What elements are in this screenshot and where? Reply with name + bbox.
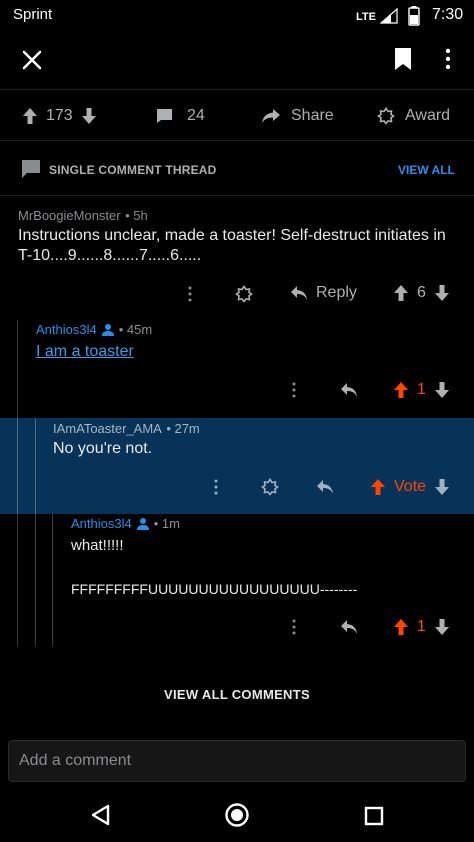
thread-title: SINGLE COMMENT THREAD: [49, 163, 217, 177]
comment-author[interactable]: Anthios3l4: [36, 322, 97, 337]
home-icon[interactable]: [224, 802, 250, 828]
comment-vote-group: 6: [393, 284, 450, 302]
comment-body: No you're not.: [53, 440, 153, 457]
comment-score: 6: [417, 284, 426, 301]
comment-age: • 27m: [166, 421, 200, 436]
network-type: LTE: [356, 11, 376, 23]
award-button[interactable]: Award: [377, 98, 450, 134]
share-button[interactable]: Share: [261, 98, 334, 134]
user-icon: [101, 323, 115, 337]
battery-icon: [408, 6, 420, 26]
post-vote-group: 173: [22, 98, 97, 134]
comment-author[interactable]: MrBoogieMonster: [18, 208, 121, 223]
comment-vote-group: 1: [393, 381, 450, 399]
comment-count: 24: [187, 107, 205, 124]
comment-body: Instructions unclear, made a toaster! Se…: [18, 227, 446, 264]
comment-vote-group: 1: [393, 618, 450, 636]
thread-line: [52, 514, 53, 646]
divider: [0, 89, 474, 90]
downvote-icon[interactable]: [434, 284, 450, 302]
thread-line: [35, 418, 36, 514]
comment-age: • 5h: [125, 208, 148, 223]
highlighted-comment: IAmAToaster_AMA • 27m No you're not. Vot…: [0, 418, 474, 514]
comment-author[interactable]: IAmAToaster_AMA: [53, 421, 162, 436]
comment-age: • 45m: [118, 322, 153, 337]
downvote-icon[interactable]: [434, 381, 450, 399]
comment-meta: MrBoogieMonster • 5h: [18, 207, 148, 225]
status-bar: Sprint LTE 7:30: [0, 0, 474, 32]
post-action-bar: 173 24 Share Award: [0, 98, 474, 134]
reply-icon: [290, 285, 308, 301]
comment-body-line: FFFFFFFFFUUUUUUUUUUUUUUUUU--------: [71, 581, 358, 597]
more-options-icon[interactable]: [211, 477, 221, 497]
divider: [0, 140, 474, 141]
divider: [0, 195, 474, 196]
reply-icon[interactable]: [340, 382, 358, 398]
vote-label: Vote: [394, 478, 427, 495]
share-icon: [261, 108, 281, 124]
upvote-icon[interactable]: [393, 381, 409, 399]
single-thread-header: SINGLE COMMENT THREAD VIEW ALL: [0, 155, 474, 185]
award-icon[interactable]: [235, 285, 253, 303]
comment-icon: [156, 108, 173, 124]
view-all-comments-button[interactable]: VIEW ALL COMMENTS: [0, 687, 474, 702]
carrier-name: Sprint: [13, 6, 53, 23]
comment-thread-icon: [20, 158, 42, 180]
post-score: 173: [46, 107, 73, 124]
reply-button[interactable]: Reply: [290, 284, 357, 302]
comment-score: 1: [417, 381, 426, 398]
comment-input[interactable]: Add a comment: [8, 740, 466, 782]
close-icon[interactable]: [18, 46, 46, 74]
upvote-icon[interactable]: [393, 618, 409, 636]
more-options-icon[interactable]: [289, 380, 299, 400]
bookmark-icon[interactable]: [392, 46, 414, 72]
upvote-icon[interactable]: [370, 478, 386, 496]
comment-body-link[interactable]: I am a toaster: [36, 342, 134, 362]
signal-icon: [380, 8, 398, 24]
clock: 7:30: [432, 6, 464, 23]
recent-apps-icon[interactable]: [364, 806, 384, 826]
award-label: Award: [405, 107, 451, 124]
downvote-icon[interactable]: [81, 107, 97, 125]
reply-icon[interactable]: [316, 479, 334, 495]
comment-meta: IAmAToaster_AMA • 27m: [53, 420, 200, 438]
comment-score: 1: [417, 618, 426, 635]
comment-meta: Anthios3l4 • 45m: [36, 322, 152, 337]
downvote-icon[interactable]: [434, 478, 450, 496]
system-nav-bar: [0, 790, 474, 842]
back-icon[interactable]: [90, 804, 112, 826]
comment-author[interactable]: Anthios3l4: [71, 516, 132, 531]
more-options-icon[interactable]: [440, 46, 456, 72]
more-options-icon[interactable]: [289, 617, 299, 637]
comment-meta: Anthios3l4 • 1m: [71, 516, 180, 531]
view-all-link[interactable]: VIEW ALL: [398, 163, 455, 177]
upvote-icon[interactable]: [393, 284, 409, 302]
reply-label: Reply: [316, 284, 357, 301]
comment-body-line: what!!!!!: [71, 537, 124, 554]
user-icon: [136, 517, 150, 531]
award-icon[interactable]: [261, 478, 279, 496]
reply-icon[interactable]: [340, 619, 358, 635]
thread-line: [17, 418, 18, 514]
award-icon: [377, 107, 395, 125]
comment-input-placeholder: Add a comment: [19, 752, 132, 769]
comments-button[interactable]: 24: [156, 98, 205, 134]
comment-age: • 1m: [153, 516, 180, 531]
downvote-icon[interactable]: [434, 618, 450, 636]
share-label: Share: [291, 107, 334, 124]
comment-vote-group: Vote: [370, 478, 450, 496]
more-options-icon[interactable]: [185, 284, 195, 304]
upvote-icon[interactable]: [22, 107, 38, 125]
